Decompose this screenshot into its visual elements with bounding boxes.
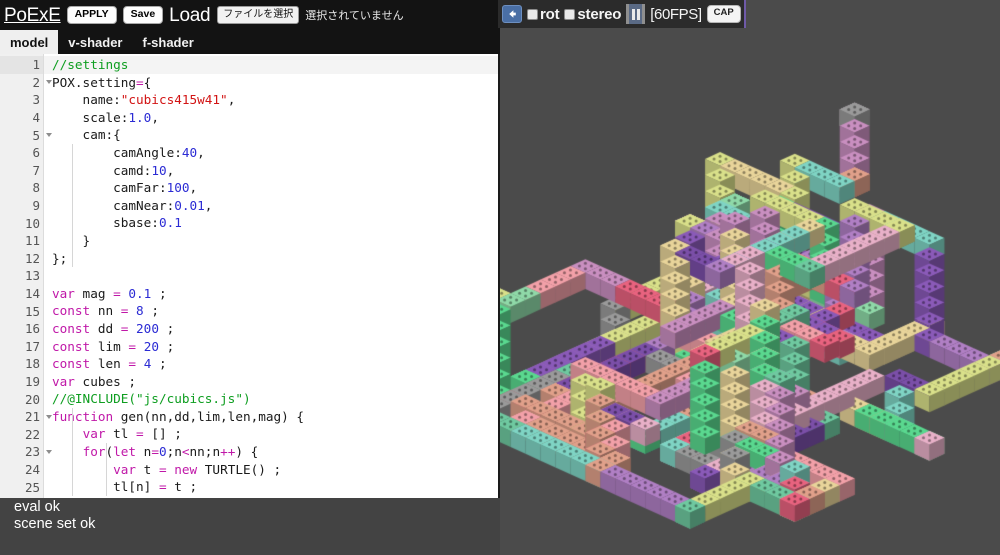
rot-checkbox-box[interactable]	[527, 8, 538, 20]
stereo-checkbox[interactable]: stereo	[564, 7, 621, 22]
line-number: 1	[0, 56, 43, 74]
file-status-label: 選択されていません	[305, 10, 404, 22]
arrow-left-icon[interactable]	[502, 5, 522, 23]
fps-readout: [60FPS]	[650, 5, 702, 23]
tab-label: f-shader	[142, 34, 194, 50]
line-number: 7	[32, 162, 40, 178]
console-line: eval ok	[14, 499, 60, 515]
code-line[interactable]: camFar:100,	[52, 179, 498, 197]
line-number: 24	[24, 461, 40, 477]
line-number: 14	[24, 286, 40, 302]
code-line[interactable]: var mag = 0.1 ;	[52, 285, 498, 303]
line-number: 19	[24, 373, 40, 389]
load-label: Load	[169, 4, 211, 26]
indent-guide	[106, 443, 107, 496]
code-line[interactable]: camd:10,	[52, 162, 498, 180]
code-line[interactable]: camAngle:40,	[52, 144, 498, 162]
app-root: rot stereo [60FPS] CAP PoExE APPLY Save …	[0, 0, 1000, 555]
tab-model[interactable]: model	[0, 30, 59, 54]
line-number: 23	[0, 443, 52, 461]
code-line[interactable]: tl[n] = t ;	[52, 478, 498, 496]
line-number: 3	[32, 92, 40, 108]
code-line[interactable]: camNear:0.01,	[52, 197, 498, 215]
save-button[interactable]: Save	[122, 5, 164, 25]
line-number: 22	[24, 426, 40, 442]
indent-guide	[72, 144, 73, 268]
line-number: 17	[24, 338, 40, 354]
line-number: 2	[0, 74, 52, 92]
stereo-checkbox-label: stereo	[577, 5, 622, 23]
pause-icon[interactable]	[626, 4, 646, 24]
line-number: 25	[24, 479, 40, 495]
line-number: 8	[32, 180, 40, 196]
code-line[interactable]: POX.setting={	[52, 74, 498, 92]
line-number: 15	[24, 303, 40, 319]
line-number-gutter: 1 2 3 4 5 6 7 8 9 10 11 12 13 14 15 16 17 18 19 20 21 22 23 24 2…	[0, 54, 52, 498]
code-line[interactable]: cam:{	[52, 126, 498, 144]
capture-button[interactable]: CAP	[706, 5, 741, 23]
rot-checkbox-label: rot	[540, 5, 560, 23]
code-line[interactable]: }	[52, 232, 498, 250]
tab-f-shader[interactable]: f-shader	[133, 30, 204, 54]
line-number: 16	[24, 321, 40, 337]
pause-bar-left	[631, 8, 635, 20]
code-line[interactable]: const nn = 8 ;	[52, 302, 498, 320]
line-number: 9	[32, 198, 40, 214]
code-line[interactable]: };	[52, 250, 498, 268]
top-toolbar: PoExE APPLY Save Load ファイルを選択 選択されていません	[0, 0, 500, 30]
code-line[interactable]: //settings	[44, 56, 498, 74]
code-line[interactable]	[52, 267, 498, 285]
line-number: 10	[24, 215, 40, 231]
line-number: 13	[24, 268, 40, 284]
rot-checkbox[interactable]: rot	[527, 5, 560, 23]
render-controls-bar: rot stereo [60FPS] CAP	[498, 0, 746, 28]
line-number: 6	[32, 145, 40, 161]
stereo-checkbox-box[interactable]	[564, 8, 576, 20]
line-number: 18	[24, 356, 40, 372]
code-line[interactable]: const len = 4 ;	[52, 355, 498, 373]
line-number: 5	[0, 126, 52, 144]
code-area[interactable]: //settings POX.setting={ name:"cubics415w…	[44, 54, 498, 498]
code-line[interactable]: var t = new TURTLE() ;	[52, 461, 498, 479]
code-line[interactable]: var cubes ;	[52, 373, 498, 391]
code-line[interactable]: sbase:0.1	[52, 214, 498, 232]
code-line[interactable]: const dd = 200 ;	[52, 320, 498, 338]
code-line[interactable]: function gen(nn,dd,lim,len,mag) {	[52, 408, 498, 426]
code-line[interactable]: var tl = [] ;	[52, 425, 498, 443]
line-number: 11	[24, 233, 40, 249]
indent-guide	[72, 408, 73, 496]
code-line[interactable]: const lim = 20 ;	[52, 338, 498, 356]
line-number: 21	[0, 408, 52, 426]
editor-tab-bar: model v-shader f-shader	[0, 30, 500, 54]
code-line[interactable]: //@INCLUDE("js/cubics.js")	[52, 390, 498, 408]
app-title-link[interactable]: PoExE	[4, 6, 61, 25]
console-output: eval ok scene set ok	[0, 498, 500, 555]
code-editor[interactable]: 1 2 3 4 5 6 7 8 9 10 11 12 13 14 15 16 17 18 19 20 21 22 23 24 2…	[0, 54, 500, 498]
tab-label: v-shader	[68, 34, 123, 50]
line-number: 4	[32, 110, 40, 126]
choose-file-button[interactable]: ファイルを選択	[217, 5, 300, 25]
apply-button[interactable]: APPLY	[66, 5, 117, 25]
line-number: 20	[24, 391, 40, 407]
code-line[interactable]: scale:1.0,	[52, 109, 498, 127]
tab-v-shader[interactable]: v-shader	[58, 30, 132, 54]
code-line[interactable]: name:"cubics415w41",	[52, 91, 498, 109]
tab-label: model	[10, 34, 49, 50]
line-number: 12	[24, 250, 40, 266]
code-line[interactable]: for(let n=0;n<nn;n++) {	[52, 443, 498, 461]
pause-bar-right	[636, 8, 640, 20]
load-file-input[interactable]: ファイルを選択 選択されていません	[217, 5, 404, 25]
console-line: scene set ok	[14, 516, 96, 532]
